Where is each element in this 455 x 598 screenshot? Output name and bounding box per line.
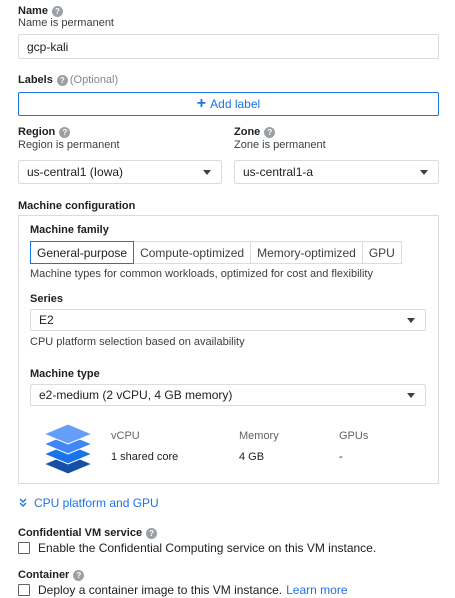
tab-gpu[interactable]: GPU bbox=[361, 241, 402, 264]
series-description: CPU platform selection based on availabi… bbox=[30, 336, 245, 348]
name-sublabel: Name is permanent bbox=[18, 17, 114, 29]
confidential-vm-text: Enable the Confidential Computing servic… bbox=[38, 541, 377, 555]
machine-type-select[interactable]: e2-medium (2 vCPU, 4 GB memory) bbox=[30, 384, 426, 406]
series-label: Series bbox=[30, 293, 64, 305]
memory-value: 4 GB bbox=[239, 451, 265, 463]
cpu-platform-link: CPU platform and GPU bbox=[34, 496, 159, 510]
tab-compute-optimized[interactable]: Compute-optimized bbox=[133, 241, 252, 264]
double-chevron-down-icon bbox=[19, 498, 27, 507]
zone-select-value: us-central1-a bbox=[243, 165, 314, 179]
help-icon[interactable]: ? bbox=[51, 6, 63, 17]
caret-down-icon bbox=[203, 170, 211, 175]
plus-icon: + bbox=[196, 95, 207, 112]
machine-type-label: Machine type bbox=[30, 368, 100, 380]
region-label: Region? bbox=[18, 126, 71, 138]
region-select-value: us-central1 (Iowa) bbox=[27, 165, 124, 179]
name-input-value: gcp-kali bbox=[27, 39, 69, 54]
machine-config-label: Machine configuration bbox=[18, 200, 136, 212]
container-checkbox[interactable] bbox=[18, 584, 30, 596]
region-sublabel: Region is permanent bbox=[18, 139, 120, 151]
container-row: Deploy a container image to this VM inst… bbox=[18, 583, 348, 597]
labels-label: Labels? (Optional) bbox=[18, 74, 119, 86]
confidential-vm-checkbox[interactable] bbox=[18, 542, 30, 554]
help-icon[interactable]: ? bbox=[264, 127, 276, 138]
gpus-value: - bbox=[339, 451, 343, 463]
cpu-platform-expander[interactable]: CPU platform and GPU bbox=[18, 496, 159, 510]
add-label-text: Add label bbox=[210, 97, 261, 111]
caret-down-icon bbox=[407, 318, 415, 323]
series-select-value: E2 bbox=[39, 313, 54, 327]
name-label: Name? bbox=[18, 5, 63, 17]
help-icon[interactable]: ? bbox=[146, 528, 158, 539]
container-text: Deploy a container image to this VM inst… bbox=[38, 583, 283, 597]
zone-sublabel: Zone is permanent bbox=[234, 139, 326, 151]
series-select[interactable]: E2 bbox=[30, 309, 426, 331]
add-label-button[interactable]: + Add label bbox=[18, 92, 439, 116]
caret-down-icon bbox=[420, 170, 428, 175]
confidential-vm-label: Confidential VM service? bbox=[18, 527, 158, 539]
help-icon[interactable]: ? bbox=[73, 570, 85, 581]
confidential-vm-row: Enable the Confidential Computing servic… bbox=[18, 541, 376, 555]
optional-text: (Optional) bbox=[69, 74, 119, 86]
machine-family-description: Machine types for common workloads, opti… bbox=[30, 268, 373, 280]
machine-family-label: Machine family bbox=[30, 224, 109, 236]
machine-layers-icon bbox=[42, 423, 94, 475]
vcpu-header: vCPU bbox=[111, 430, 140, 442]
caret-down-icon bbox=[407, 393, 415, 398]
vcpu-value: 1 shared core bbox=[111, 451, 179, 463]
machine-type-select-value: e2-medium (2 vCPU, 4 GB memory) bbox=[39, 388, 233, 402]
help-icon[interactable]: ? bbox=[59, 127, 71, 138]
help-icon[interactable]: ? bbox=[56, 75, 68, 86]
learn-more-link[interactable]: Learn more bbox=[286, 583, 347, 597]
zone-select[interactable]: us-central1-a bbox=[234, 160, 439, 184]
region-select[interactable]: us-central1 (Iowa) bbox=[18, 160, 222, 184]
name-input[interactable]: gcp-kali bbox=[18, 34, 439, 59]
tab-memory-optimized[interactable]: Memory-optimized bbox=[250, 241, 363, 264]
zone-label: Zone? bbox=[234, 126, 276, 138]
gpus-header: GPUs bbox=[339, 430, 369, 442]
container-label: Container? bbox=[18, 569, 85, 581]
memory-header: Memory bbox=[239, 430, 279, 442]
tab-general-purpose[interactable]: General-purpose bbox=[30, 241, 135, 264]
machine-family-tabs: General-purpose Compute-optimized Memory… bbox=[30, 241, 402, 264]
